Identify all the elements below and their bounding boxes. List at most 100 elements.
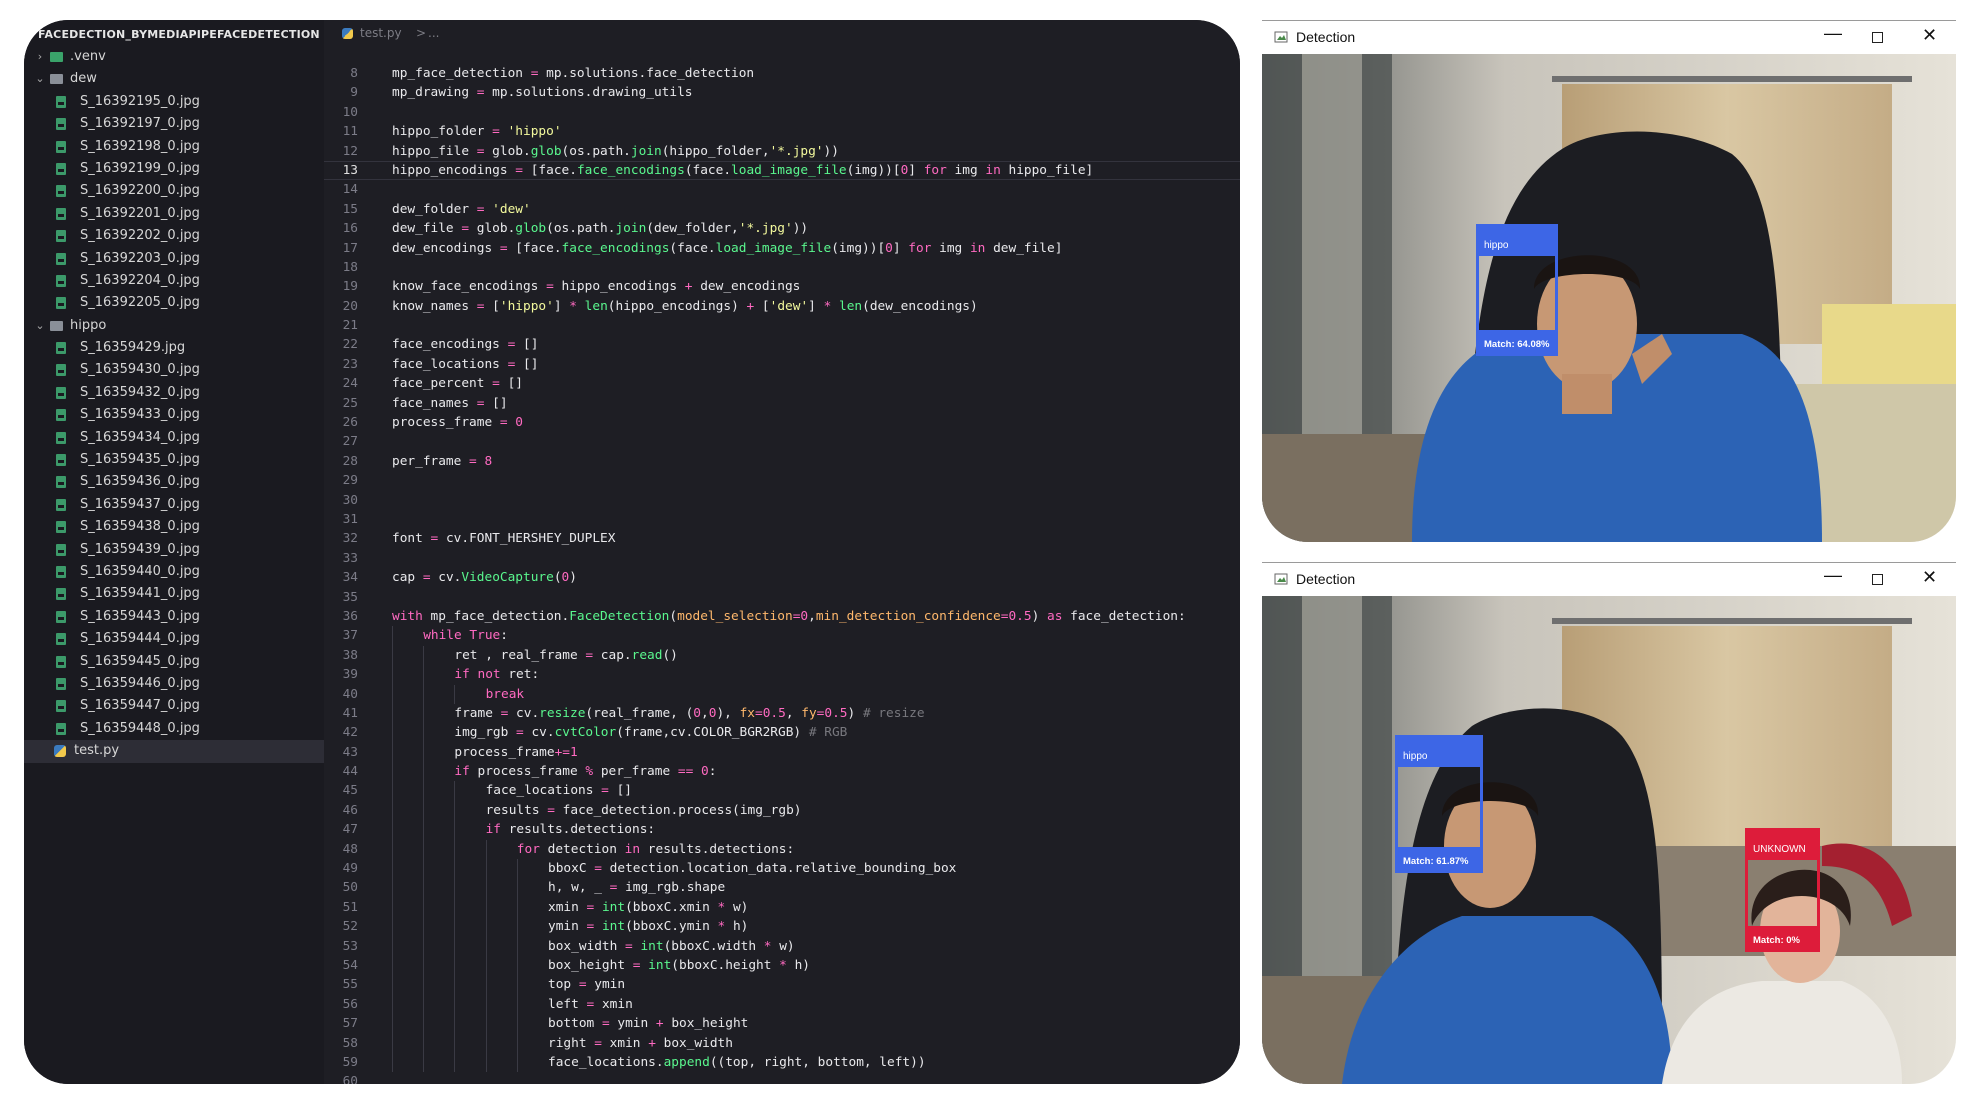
code-token: * <box>717 899 733 915</box>
maximize-button[interactable] <box>1872 32 1883 43</box>
file-item[interactable]: S_16359443_0.jpg <box>24 606 324 628</box>
code-line: 36 with mp_face_detection.FaceDetection(m… <box>324 607 1240 626</box>
breadcrumb-file[interactable]: test.py <box>360 26 402 40</box>
image-file-icon <box>56 633 66 646</box>
file-item[interactable]: S_16392204_0.jpg <box>24 270 324 292</box>
file-item[interactable]: S_16392202_0.jpg <box>24 225 324 247</box>
image-file-icon <box>56 722 66 735</box>
webcam-frame-image <box>1262 596 1956 1084</box>
code-token: dew_encodings <box>700 279 801 295</box>
close-button[interactable]: ✕ <box>1922 567 1937 588</box>
code-token: [face. <box>530 162 577 178</box>
line-number: 53 <box>342 938 358 954</box>
line-number: 20 <box>342 298 358 314</box>
code-token: (img))[ <box>831 240 886 256</box>
file-label: S_16392204_0.jpg <box>80 272 200 288</box>
file-item[interactable]: S_16392200_0.jpg <box>24 180 324 202</box>
file-item[interactable]: S_16392205_0.jpg <box>24 292 324 314</box>
code-line: 53 box_width = int(bboxC.width * w) <box>324 936 1240 956</box>
line-number: 8 <box>350 66 358 81</box>
indent-guide <box>454 684 456 704</box>
file-item[interactable]: S_16359445_0.jpg <box>24 651 324 673</box>
indent-guide <box>423 762 425 782</box>
code-token: h, w, _ <box>548 880 610 896</box>
image-file-icon <box>56 610 66 623</box>
code-text: bottom = ymin + box_height <box>548 1014 748 1033</box>
indent-guide <box>392 1014 393 1034</box>
indent-guide <box>423 665 425 685</box>
code-text: know_names = ['hippo'] * len(hippo_encod… <box>392 297 978 316</box>
file-item[interactable]: S_16392203_0.jpg <box>24 248 324 270</box>
folder-hippo[interactable]: ⌄ hippo <box>24 315 324 337</box>
code-token: 0.5 <box>824 705 848 721</box>
breadcrumb-more[interactable]: ... <box>428 26 439 40</box>
face-box-unknown: UNKNOWN Match: 0% <box>1745 828 1820 952</box>
code-token: = <box>530 66 547 81</box>
file-item[interactable]: S_16392195_0.jpg <box>24 91 324 113</box>
file-item[interactable]: S_16359433_0.jpg <box>24 404 324 426</box>
code-token: join <box>615 221 647 237</box>
file-item[interactable]: S_16359429.jpg <box>24 337 324 359</box>
file-item[interactable]: S_16392199_0.jpg <box>24 158 324 180</box>
close-button[interactable]: ✕ <box>1922 25 1937 46</box>
image-file-icon <box>56 118 66 131</box>
hippo-file-list: S_16359429.jpg S_16359430_0.jpg S_16359432… <box>24 337 324 740</box>
code-token: [] <box>492 395 508 411</box>
file-item[interactable]: S_16359437_0.jpg <box>24 494 324 516</box>
file-item[interactable]: S_16392198_0.jpg <box>24 136 324 158</box>
code-token: : <box>500 628 508 644</box>
folder-venv[interactable]: › .venv <box>24 46 324 68</box>
code-token: img <box>954 162 986 178</box>
code-line: 13 hippo_encodings = [face.face_encodings… <box>324 160 1240 181</box>
code-text: right = xmin + box_width <box>548 1034 733 1053</box>
file-item[interactable]: S_16359444_0.jpg <box>24 628 324 650</box>
file-item[interactable]: S_16359439_0.jpg <box>24 539 324 561</box>
file-item[interactable]: S_16359441_0.jpg <box>24 583 324 605</box>
code-line: 26 process_frame = 0 <box>324 413 1240 432</box>
file-item[interactable]: S_16392201_0.jpg <box>24 203 324 225</box>
line-number: 23 <box>342 356 358 372</box>
code-token: * <box>763 938 780 954</box>
minimize-button[interactable]: — <box>1824 23 1842 44</box>
code-token: ( <box>669 608 678 624</box>
code-line: 46 results = face_detection.process(img_r… <box>324 800 1240 821</box>
window-app-icon <box>1274 573 1288 585</box>
file-label: S_16359432_0.jpg <box>80 384 200 400</box>
folder-dew[interactable]: ⌄ dew <box>24 68 324 90</box>
file-item[interactable]: S_16359435_0.jpg <box>24 449 324 471</box>
code-area[interactable]: 8 mp_face_detection = mp.solutions.face_d… <box>324 64 1240 1084</box>
minimize-button[interactable]: — <box>1824 565 1842 586</box>
indent-guide <box>454 1014 456 1034</box>
image-file-icon <box>56 521 66 534</box>
code-token: box_height <box>548 957 633 973</box>
file-item[interactable]: S_16359448_0.jpg <box>24 718 324 740</box>
code-token: box_height <box>671 1016 749 1032</box>
file-test-py[interactable]: test.py <box>24 740 324 763</box>
image-file-icon <box>56 700 66 713</box>
code-token: per_frame <box>600 764 678 780</box>
file-item[interactable]: S_16359440_0.jpg <box>24 561 324 583</box>
code-token: = <box>632 957 649 973</box>
image-file-icon <box>56 162 66 175</box>
file-item[interactable]: S_16359446_0.jpg <box>24 673 324 695</box>
code-token: glob <box>530 143 562 159</box>
file-item[interactable]: S_16359438_0.jpg <box>24 516 324 538</box>
line-number: 27 <box>342 434 358 450</box>
file-item[interactable]: S_16392197_0.jpg <box>24 113 324 135</box>
indent-guide <box>454 955 456 976</box>
maximize-button[interactable] <box>1872 574 1883 585</box>
file-item[interactable]: S_16359430_0.jpg <box>24 359 324 381</box>
code-token: = <box>586 996 602 1012</box>
code-token: = <box>515 162 531 178</box>
file-label: S_16359448_0.jpg <box>80 720 200 736</box>
file-label: S_16359433_0.jpg <box>80 407 200 423</box>
file-item[interactable]: S_16359447_0.jpg <box>24 695 324 717</box>
file-item[interactable]: S_16359434_0.jpg <box>24 427 324 449</box>
code-token: = <box>476 85 493 101</box>
file-item[interactable]: S_16359436_0.jpg <box>24 471 324 493</box>
code-token: right <box>548 1035 595 1051</box>
file-label: S_16392198_0.jpg <box>80 138 200 154</box>
code-token: dew_folder <box>392 201 477 217</box>
code-token: resize <box>539 705 586 721</box>
file-item[interactable]: S_16359432_0.jpg <box>24 382 324 404</box>
